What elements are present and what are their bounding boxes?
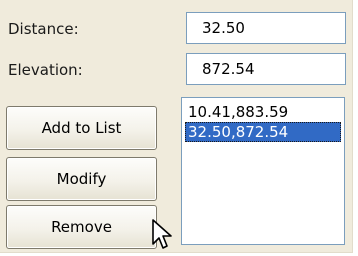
list-item[interactable]: 10.41,883.59 bbox=[185, 102, 341, 122]
distance-label: Distance: bbox=[8, 20, 79, 38]
add-to-list-button[interactable]: Add to List bbox=[6, 106, 157, 150]
remove-button[interactable]: Remove bbox=[6, 205, 157, 249]
elevation-field[interactable]: 872.54 bbox=[186, 53, 346, 85]
modify-button[interactable]: Modify bbox=[6, 157, 157, 201]
elevation-label: Elevation: bbox=[8, 61, 83, 79]
distance-field[interactable]: 32.50 bbox=[186, 12, 346, 44]
coordinates-listbox[interactable]: 10.41,883.59 32.50,872.54 bbox=[181, 97, 345, 245]
form-panel: Distance: 32.50 Elevation: 872.54 Add to… bbox=[0, 0, 353, 253]
list-item-selected[interactable]: 32.50,872.54 bbox=[185, 122, 341, 142]
